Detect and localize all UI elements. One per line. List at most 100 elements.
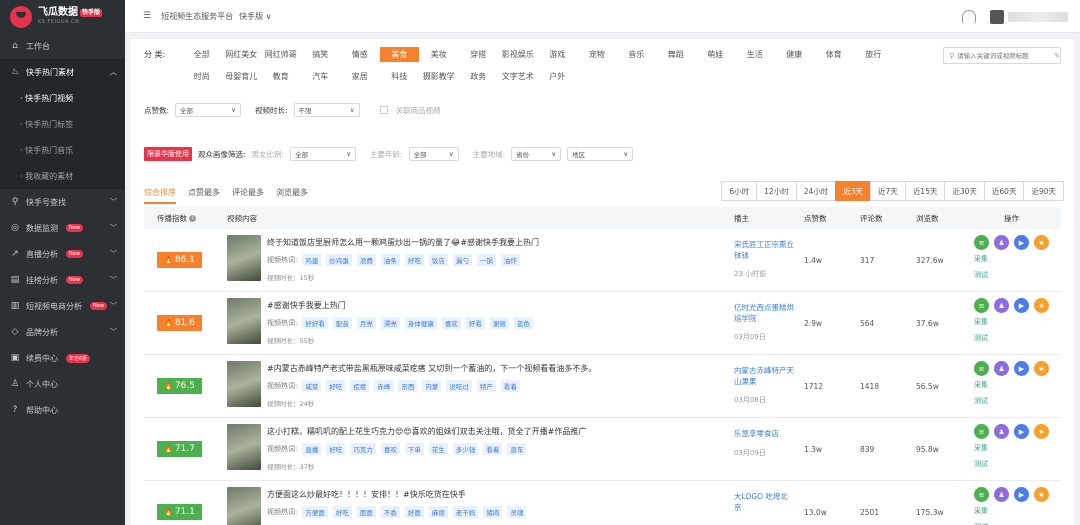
hot-word-tag[interactable]: 鸡蛋 [302, 254, 322, 266]
category-option[interactable]: 搞笑 [301, 47, 341, 62]
tab-overall[interactable]: 综合排序 [144, 187, 176, 204]
sidebar-item-account-search[interactable]: ⚲ 快手号查找 ﹀ [0, 189, 125, 215]
category-option[interactable]: 科技 [380, 69, 420, 84]
users-icon[interactable]: ♟ [994, 361, 1009, 376]
users-icon[interactable]: ♟ [994, 235, 1009, 250]
hot-word-tag[interactable]: 炒鸡蛋 [326, 254, 352, 266]
sidebar-item-hot-material[interactable]: ♨ 快手热门素材 ︿ [0, 59, 125, 85]
table-row[interactable]: 🔥 76.5 #内蒙古赤峰特产老式带盐黑瓶原味咸菜疙瘩 又切到一个蓄油的，下一个视频… [144, 355, 1061, 418]
category-option[interactable]: 汽车 [301, 69, 341, 84]
category-option[interactable]: 教育 [261, 69, 301, 84]
sidebar-subitem-hot-tags[interactable]: · 快手热门标签 [0, 111, 125, 137]
hot-word-tag[interactable]: 谢谢 [489, 317, 509, 329]
category-option[interactable]: 网红美女 [222, 47, 262, 62]
category-option[interactable]: 旅行 [854, 47, 894, 62]
video-title[interactable]: 这小打糕，糯叽叽的配上花生巧克力😍😍喜欢的姐妹们双击关注哦，货全了开播#作品推广 [267, 426, 586, 437]
category-option[interactable]: 全部 [182, 47, 222, 62]
search-input[interactable] [957, 51, 1052, 60]
hot-word-tag[interactable]: 看着 [483, 443, 503, 455]
video-thumbnail[interactable] [227, 361, 261, 407]
hot-word-tag[interactable]: 疙瘩 [350, 380, 370, 392]
play-icon[interactable]: ▶ [1014, 235, 1029, 250]
hot-word-tag[interactable]: 直播 [302, 443, 322, 455]
sidebar-item-brand[interactable]: ◇ 品牌分析 ﹀ [0, 319, 125, 345]
sidebar-item-help[interactable]: ? 帮助中心 [0, 397, 125, 423]
tab-most-comments[interactable]: 评论最多 [232, 187, 264, 204]
category-option[interactable]: 户外 [538, 69, 578, 84]
hot-word-tag[interactable]: 面面 [356, 506, 376, 518]
hot-word-tag[interactable]: 喜欢 [380, 443, 400, 455]
hot-word-tag[interactable]: 好吃 [332, 506, 352, 518]
hot-word-tag[interactable]: 油条 [380, 254, 400, 266]
sidebar-subitem-hot-videos[interactable]: · 快手热门视频 [0, 85, 125, 111]
hot-word-tag[interactable]: 灵魂 [507, 506, 527, 518]
play-icon[interactable]: ▶ [1014, 361, 1029, 376]
collect-link[interactable]: 采集 [974, 443, 988, 453]
hot-word-tag[interactable]: 好好看 [302, 317, 328, 329]
hot-word-tag[interactable]: 没吃过 [446, 380, 472, 392]
hot-word-tag[interactable]: 浪费 [356, 254, 376, 266]
video-title[interactable]: #感谢快手我要上热门 [267, 300, 346, 311]
list-icon[interactable]: ≡ [974, 487, 989, 502]
video-thumbnail[interactable] [227, 235, 261, 281]
hot-word-tag[interactable]: 好看 [465, 317, 485, 329]
hot-word-tag[interactable]: 猪肉 [483, 506, 503, 518]
play-icon[interactable]: ▶ [1014, 298, 1029, 313]
category-option[interactable]: 文字艺术 [498, 69, 538, 84]
hot-word-tag[interactable]: 好吃 [326, 443, 346, 455]
avatar[interactable] [990, 9, 1004, 24]
time-range-button[interactable]: 近3天 [835, 181, 872, 201]
play-icon[interactable]: ▶ [1014, 424, 1029, 439]
hot-word-tag[interactable]: 身体健康 [404, 317, 437, 329]
sidebar-item-monitor[interactable]: ◎ 数据监测 New ﹀ [0, 215, 125, 241]
time-range-button[interactable]: 近7天 [870, 181, 906, 201]
author-name[interactable]: 乐悠享零食店 [734, 428, 794, 439]
hot-word-tag[interactable]: 多少钱 [452, 443, 479, 455]
test-link[interactable]: 测试 [974, 333, 988, 343]
video-title[interactable]: 终于知道饭店里厨师怎么用一颗鸡蛋炒出一锅的量了😂#感谢快手我要上热门 [267, 237, 539, 248]
video-thumbnail[interactable] [227, 487, 261, 525]
users-icon[interactable]: ♟ [994, 424, 1009, 439]
users-icon[interactable]: ♟ [994, 487, 1009, 502]
sidebar-item-ranking[interactable]: ▤ 挂榜分析 New ﹀ [0, 267, 125, 293]
star-icon[interactable]: ★ [1034, 235, 1049, 250]
hot-word-tag[interactable]: 咸菜 [302, 380, 322, 392]
category-option[interactable]: 体育 [814, 47, 854, 62]
category-option[interactable]: 游戏 [538, 47, 578, 62]
sidebar-item-profile[interactable]: ♙ 个人中心 [0, 371, 125, 397]
col-views[interactable]: 浏览数 [916, 213, 939, 224]
time-range-button[interactable]: 近15天 [904, 181, 946, 201]
likes-select[interactable]: 全部 ∨ [175, 103, 242, 117]
hot-word-tag[interactable]: 看着 [500, 380, 520, 392]
time-range-button[interactable]: 近60天 [983, 181, 1025, 201]
table-row[interactable]: 🔥 81.6 #感谢快手我要上热门 视频热词: 好好看 配音 月亮 漂亮 身体健康 喜欢 好看 谢谢蓝… [144, 292, 1061, 355]
category-option[interactable]: 家居 [340, 69, 380, 84]
hot-word-tag[interactable]: 好面 [404, 506, 424, 518]
users-icon[interactable]: ♟ [994, 298, 1009, 313]
hot-word-tag[interactable]: 漏勺 [452, 254, 472, 266]
play-icon[interactable]: ▶ [1014, 487, 1029, 502]
hot-word-tag[interactable]: 喜欢 [441, 317, 461, 329]
hot-word-tag[interactable]: 好吃 [326, 380, 346, 392]
category-option[interactable]: 萌娃 [696, 47, 736, 62]
list-icon[interactable]: ≡ [974, 361, 989, 376]
category-option[interactable]: 母婴育儿 [222, 69, 262, 84]
collect-link[interactable]: 采集 [974, 506, 988, 516]
author-name[interactable]: 亿时光西点蛋糕烘焙学院 [734, 302, 794, 324]
hot-word-tag[interactable]: 月亮 [356, 317, 376, 329]
gender-select[interactable]: 全部 ∨ [290, 147, 357, 161]
search-box[interactable]: ⚲ ✎ [943, 47, 1061, 64]
star-icon[interactable]: ★ [1034, 298, 1049, 313]
test-link[interactable]: 测试 [974, 459, 988, 469]
tab-most-views[interactable]: 浏览最多 [276, 187, 308, 204]
category-option[interactable]: 生活 [735, 47, 775, 62]
hot-word-tag[interactable]: 内蒙 [422, 380, 442, 392]
category-option[interactable]: 穿搭 [459, 47, 499, 62]
collect-link[interactable]: 采集 [974, 317, 988, 327]
collect-link[interactable]: 采集 [974, 254, 988, 264]
age-select[interactable]: 全部 ∨ [408, 147, 459, 161]
category-option[interactable]: 宠物 [577, 47, 617, 62]
test-link[interactable]: 测试 [974, 270, 988, 280]
category-option[interactable]: 网红帅哥 [261, 47, 301, 62]
hot-word-tag[interactable]: 下单 [404, 443, 424, 455]
